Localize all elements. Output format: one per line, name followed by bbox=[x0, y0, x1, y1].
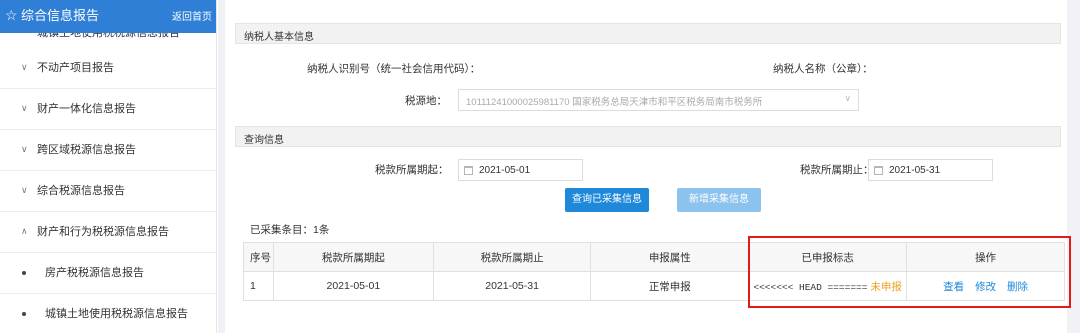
add-collection-button[interactable]: 新增采集信息 bbox=[677, 188, 761, 212]
cell-attr: 正常申报 bbox=[590, 271, 750, 301]
sidebar-title: 综合信息报告 bbox=[21, 8, 100, 23]
end-date-value: 2021-05-31 bbox=[889, 165, 941, 176]
taxpayer-id-label: 纳税人识别号（统一社会信用代码）： bbox=[307, 63, 481, 75]
sidebar-item-label: 跨区域税源信息报告 bbox=[37, 144, 136, 156]
bullet-icon bbox=[22, 312, 26, 316]
sidebar-item-property-integration[interactable]: ∨ 财产一体化信息报告 bbox=[0, 89, 216, 130]
home-link[interactable]: 返回首页 bbox=[172, 12, 212, 24]
column-header-start: 税款所属期起 bbox=[272, 242, 434, 272]
sidebar-item-label: 综合税源信息报告 bbox=[37, 185, 125, 197]
column-header-flag: 已申报标志 bbox=[748, 242, 908, 272]
sidebar-item-comprehensive-source[interactable]: ∨ 综合税源信息报告 bbox=[0, 171, 216, 212]
cell-actions: 查看 修改 删除 bbox=[906, 271, 1065, 301]
status-badge: 未申报 bbox=[870, 280, 902, 293]
taxpayer-section-header: 纳税人基本信息 bbox=[235, 23, 1061, 44]
start-date-input[interactable]: 2021-05-01 bbox=[458, 159, 583, 181]
sidebar-item-land-use-tax[interactable]: 城镇土地使用税税源信息报告 bbox=[0, 294, 216, 333]
cell-seq: 1 bbox=[243, 271, 274, 301]
results-table: 序号 税款所属期起 税款所属期止 申报属性 已申报标志 操作 1 2021-05… bbox=[243, 242, 1065, 301]
chevron-down-icon: ∨ bbox=[21, 185, 28, 195]
sidebar-item-label: 不动产项目报告 bbox=[37, 62, 114, 74]
star-icon: ☆ bbox=[5, 7, 18, 23]
sidebar-item-property-behavior[interactable]: ∧ 财产和行为税税源信息报告 bbox=[0, 212, 216, 253]
end-date-label: 税款所属期止： bbox=[800, 164, 874, 176]
bullet-icon bbox=[22, 271, 26, 275]
chevron-down-icon: ∨ bbox=[21, 62, 28, 72]
sidebar: ☆ 综合信息报告 返回首页 城镇土地使用税税源信息报告 ∨ 不动产项目报告 ∨ … bbox=[0, 0, 217, 333]
column-header-actions: 操作 bbox=[906, 242, 1065, 272]
column-header-seq: 序号 bbox=[243, 242, 274, 272]
column-header-end: 税款所属期止 bbox=[432, 242, 592, 272]
main-area: 纳税人基本信息 纳税人识别号（统一社会信用代码）： 纳税人名称（公章）： 税源地… bbox=[218, 0, 1080, 333]
edit-link[interactable]: 修改 bbox=[975, 281, 996, 293]
cell-start: 2021-05-01 bbox=[272, 271, 434, 301]
tax-source-label: 税源地： bbox=[405, 95, 447, 107]
section-title: 查询信息 bbox=[244, 135, 284, 146]
collected-count: 已采集条目：1条 bbox=[250, 224, 330, 236]
section-title: 纳税人基本信息 bbox=[244, 32, 314, 43]
query-section-header: 查询信息 bbox=[235, 126, 1061, 147]
column-header-attr: 申报属性 bbox=[590, 242, 750, 272]
chevron-down-icon: ∨ bbox=[21, 103, 28, 113]
end-date-input[interactable]: 2021-05-31 bbox=[868, 159, 993, 181]
sidebar-item-house-tax[interactable]: 房产税税源信息报告 bbox=[0, 253, 216, 294]
chevron-down-icon: ∨ bbox=[21, 144, 28, 154]
sidebar-item-label: 房产税税源信息报告 bbox=[45, 267, 144, 279]
delete-link[interactable]: 删除 bbox=[1007, 281, 1028, 293]
cell-flag: <<<<<<< HEAD ======= 未申报 bbox=[748, 271, 908, 301]
query-collected-button[interactable]: 查询已采集信息 bbox=[565, 188, 649, 212]
chevron-down-icon: ∨ bbox=[844, 93, 851, 103]
sidebar-item-label: 财产一体化信息报告 bbox=[37, 103, 136, 115]
cell-end: 2021-05-31 bbox=[432, 271, 592, 301]
sidebar-item-real-estate[interactable]: ∨ 不动产项目报告 bbox=[0, 48, 216, 89]
merge-marker-text: <<<<<<< HEAD ======= bbox=[753, 281, 868, 293]
chevron-up-icon: ∧ bbox=[21, 226, 28, 236]
table-row: 1 2021-05-01 2021-05-31 正常申报 <<<<<<< HEA… bbox=[243, 271, 1065, 301]
calendar-icon bbox=[874, 166, 883, 175]
tax-source-select[interactable]: 10111241000025981170 国家税务总局天津市和平区税务局南市税务… bbox=[458, 89, 859, 111]
view-link[interactable]: 查看 bbox=[943, 281, 964, 293]
taxpayer-name-label: 纳税人名称（公章）： bbox=[773, 63, 873, 75]
calendar-icon bbox=[464, 166, 473, 175]
start-date-value: 2021-05-01 bbox=[479, 165, 531, 176]
start-date-label: 税款所属期起： bbox=[375, 164, 449, 176]
sidebar-item-label: 财产和行为税税源信息报告 bbox=[37, 226, 169, 238]
table-header-row: 序号 税款所属期起 税款所属期止 申报属性 已申报标志 操作 bbox=[243, 242, 1065, 272]
sidebar-item-label: 城镇土地使用税税源信息报告 bbox=[45, 308, 188, 320]
sidebar-item-cross-region[interactable]: ∨ 跨区域税源信息报告 bbox=[0, 130, 216, 171]
sidebar-header: ☆ 综合信息报告 返回首页 bbox=[0, 0, 216, 33]
tax-source-value: 10111241000025981170 国家税务总局天津市和平区税务局南市税务… bbox=[466, 97, 763, 108]
